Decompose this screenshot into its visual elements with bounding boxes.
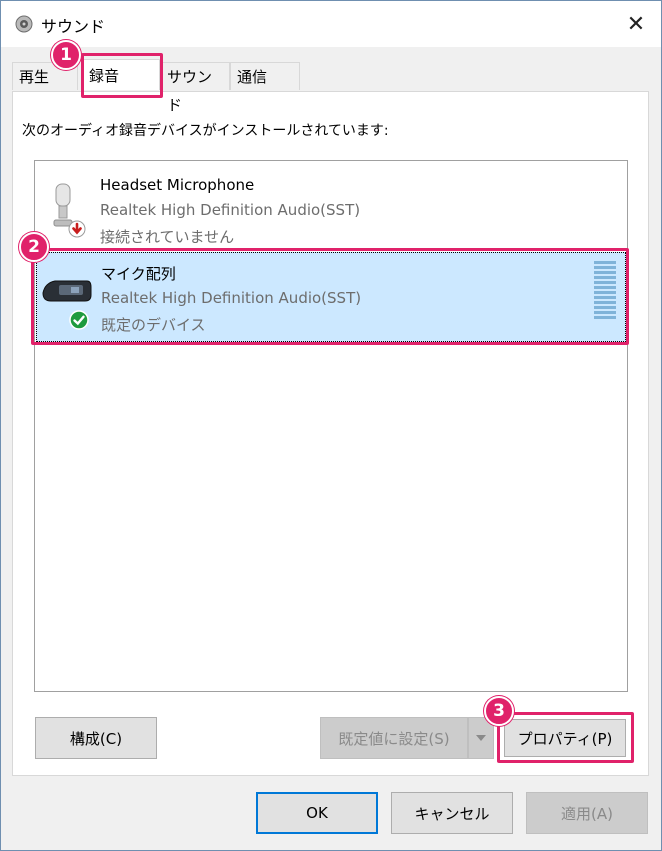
annotation-badge-1: 1 — [51, 40, 81, 70]
annotation-highlight-recording-tab — [81, 53, 163, 98]
device-status: 接続されていません — [100, 228, 235, 246]
title-bar: サウンド ✕ — [1, 1, 661, 47]
configure-button[interactable]: 構成(C) — [35, 717, 157, 759]
annotation-highlight-properties — [497, 712, 634, 763]
speaker-icon — [15, 15, 33, 33]
annotation-badge-2: 2 — [19, 232, 49, 262]
cancel-button[interactable]: キャンセル — [391, 792, 513, 834]
ok-button[interactable]: OK — [256, 792, 378, 834]
chevron-down-icon — [475, 732, 487, 745]
device-item-headset-microphone[interactable]: Headset Microphone Realtek High Definiti… — [36, 162, 626, 246]
tab-label: 通信 — [237, 68, 268, 86]
device-driver: Realtek High Definition Audio(SST) — [100, 201, 361, 219]
device-name: Headset Microphone — [100, 176, 255, 194]
tab-sounds[interactable]: サウンド — [160, 62, 230, 114]
close-button[interactable]: ✕ — [613, 1, 659, 47]
annotation-badge-3: 3 — [484, 696, 514, 726]
recording-device-list[interactable]: Headset Microphone Realtek High Definiti… — [34, 160, 628, 692]
disconnected-down-arrow-icon — [68, 220, 86, 242]
apply-button[interactable]: 適用(A) — [526, 792, 648, 834]
set-default-button[interactable]: 既定値に設定(S) — [320, 717, 468, 759]
device-list-caption: 次のオーディオ録音デバイスがインストールされています: — [22, 123, 389, 139]
close-icon: ✕ — [626, 11, 646, 37]
annotation-highlight-device — [31, 248, 629, 345]
tab-communications[interactable]: 通信 — [230, 62, 300, 90]
tab-label: 再生 — [19, 68, 50, 86]
window-title: サウンド — [41, 17, 106, 36]
